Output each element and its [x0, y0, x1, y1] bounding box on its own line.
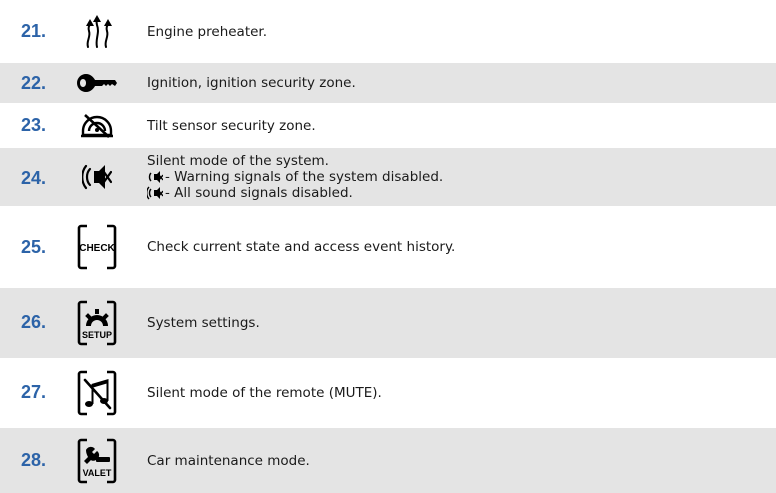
row-description: Car maintenance mode.: [147, 453, 310, 469]
check-icon-label: CHECK: [79, 243, 115, 254]
table-row: 23. Tilt sensor security zone.: [0, 103, 776, 148]
valet-button-icon: VALET: [70, 437, 124, 485]
row-description: Tilt sensor security zone.: [147, 118, 316, 134]
ignition-key-icon: [70, 69, 124, 97]
table-row: 27. Silent mode of the remote (MUTE).: [0, 358, 776, 428]
row-number: 26.: [21, 312, 47, 332]
table-row: 24. Silent mode of the system. - Warning…: [0, 148, 776, 206]
warning-disabled-icon: [147, 170, 163, 184]
row-number: 22.: [21, 73, 47, 93]
row-number: 27.: [21, 382, 47, 402]
mute-button-icon: [70, 368, 124, 418]
row-description: Engine preheater.: [147, 24, 268, 40]
all-sounds-disabled-text: - All sound signals disabled.: [165, 185, 353, 201]
setup-icon-label: SETUP: [82, 330, 112, 340]
setup-button-icon: SETUP: [70, 298, 124, 348]
row-description: System settings.: [147, 315, 260, 331]
row-number: 23.: [21, 115, 47, 135]
row-description: Check current state and access event his…: [147, 239, 456, 255]
all-sounds-disabled-icon: [147, 186, 163, 200]
row-number: 25.: [21, 237, 47, 257]
row-number: 28.: [21, 450, 47, 470]
table-row: 25. CHECK Check current state and access…: [0, 206, 776, 288]
check-button-icon: CHECK: [70, 223, 124, 271]
engine-preheater-icon: [70, 13, 124, 51]
silent-mode-icon: [70, 160, 124, 194]
row-description: Silent mode of the remote (MUTE).: [147, 385, 382, 401]
table-row: 21. Engine preheater.: [0, 0, 776, 63]
valet-icon-label: VALET: [83, 468, 112, 478]
row-number: 24.: [21, 168, 47, 188]
row-description: Silent mode of the system. - Warning sig…: [147, 153, 443, 201]
description-line-warning: - Warning signals of the system disabled…: [147, 169, 443, 185]
row-description: Ignition, ignition security zone.: [147, 75, 356, 91]
table-row: 26. SETUP System settings.: [0, 288, 776, 358]
row-number: 21.: [21, 21, 47, 41]
description-line: Silent mode of the system.: [147, 153, 329, 169]
table-row: 22. Ignition, ignition security zone.: [0, 63, 776, 103]
warning-disabled-text: - Warning signals of the system disabled…: [165, 169, 444, 185]
tilt-sensor-icon: [70, 109, 124, 141]
table-row: 28. VALET Car maintenance mode.: [0, 428, 776, 493]
description-line-all: - All sound signals disabled.: [147, 185, 443, 201]
